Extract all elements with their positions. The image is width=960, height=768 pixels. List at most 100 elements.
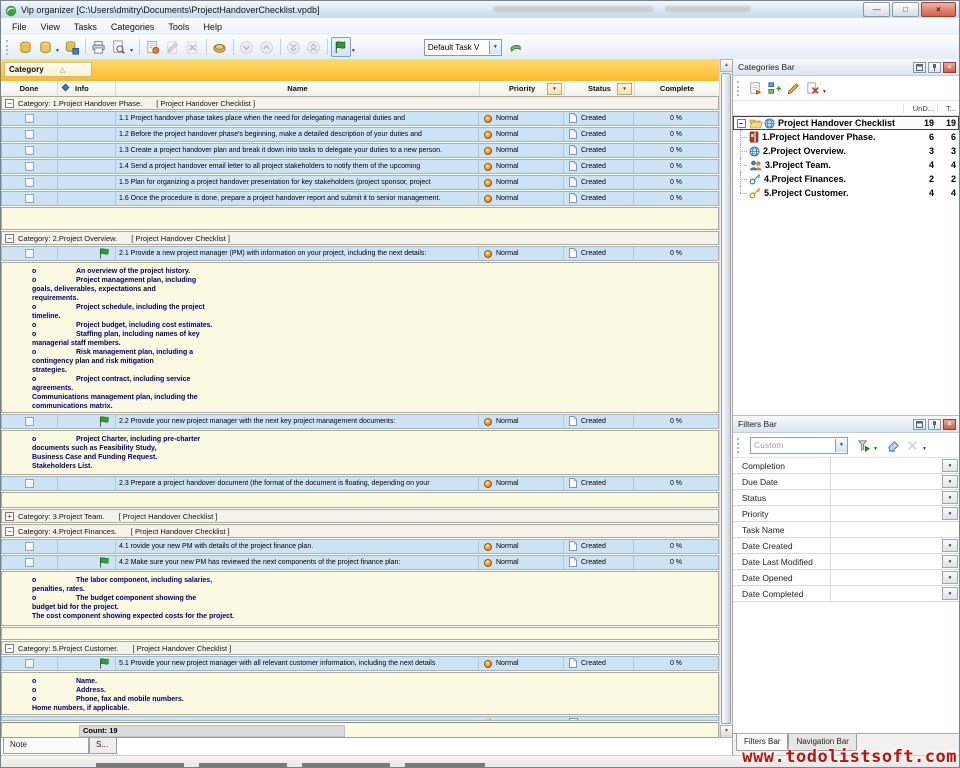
category-tree-item[interactable]: −Project Handover Checklist1919 (733, 116, 959, 130)
category-tree-item[interactable]: 4.Project Finances.22 (733, 172, 959, 186)
column-header-undone[interactable]: UnD... (903, 104, 937, 113)
edit-task-icon[interactable] (163, 37, 183, 57)
menu-tasks[interactable]: Tasks (67, 20, 104, 34)
menu-view[interactable]: View (34, 20, 67, 34)
view-tab-note[interactable]: Note (3, 738, 89, 754)
expander-icon[interactable]: − (5, 99, 14, 108)
category-group-row[interactable]: −Category: 4.Project Finances.[ Project … (1, 524, 719, 538)
done-checkbox[interactable] (25, 130, 34, 139)
panel-close-icon[interactable]: × (943, 419, 956, 430)
category-tree-item[interactable]: 5.Project Customer.44 (733, 186, 959, 200)
task-row[interactable]: 1.1 Project handover phase takes place w… (1, 111, 719, 126)
vertical-scrollbar[interactable]: ▲ ▼ (719, 59, 732, 738)
view-tab-s[interactable]: S... (89, 738, 117, 754)
done-checkbox[interactable] (25, 194, 34, 203)
category-tree-item[interactable]: 3.Project Team.44 (733, 158, 959, 172)
close-button[interactable]: × (921, 2, 956, 17)
expander-icon[interactable]: − (5, 527, 14, 536)
category-tree-item[interactable]: 2.Project Overview.33 (733, 144, 959, 158)
task-row[interactable]: 2.3 Prepare a project handover document … (1, 476, 719, 491)
filter-dropdown-arrow[interactable]: ▼ (942, 539, 958, 552)
expander-icon[interactable]: − (737, 119, 746, 128)
done-checkbox[interactable] (25, 146, 34, 155)
done-checkbox[interactable] (25, 659, 34, 668)
column-header-status[interactable]: Status▼ (565, 81, 635, 96)
task-view-combo-arrow[interactable]: ▼ (489, 41, 501, 54)
done-checkbox[interactable] (25, 542, 34, 551)
delete-task-icon[interactable] (183, 37, 203, 57)
apply-filter-dropdown[interactable]: ▼ (873, 446, 878, 452)
new-task-icon[interactable] (143, 37, 163, 57)
done-checkbox[interactable] (25, 178, 34, 187)
new-checklist-icon[interactable] (746, 79, 765, 97)
done-checkbox[interactable] (25, 479, 34, 488)
clear-filter-icon[interactable] (884, 436, 903, 454)
task-row[interactable]: 5.1 Provide your new project manager wit… (1, 656, 719, 671)
menu-categories[interactable]: Categories (104, 20, 162, 34)
task-row[interactable]: 1.5 Plan for organizing a project handov… (1, 175, 719, 190)
task-row[interactable]: 1.2 Before the project handover phase's … (1, 127, 719, 142)
task-view-dropdown[interactable]: ▼ (351, 48, 356, 54)
task-row[interactable]: 1.4 Send a project handover email letter… (1, 159, 719, 174)
new-database-icon[interactable] (15, 37, 35, 57)
delete-filter-icon[interactable] (903, 436, 922, 454)
expander-icon[interactable]: − (5, 644, 14, 653)
category-group-row[interactable]: −Category: 2.Project Overview.[ Project … (1, 231, 719, 245)
filter-dropdown-arrow[interactable]: ▼ (942, 571, 958, 584)
task-row[interactable]: 2.1 Provide a new project manager (PM) w… (1, 246, 719, 261)
move-up-icon[interactable] (257, 37, 277, 57)
column-header-total[interactable]: T... (937, 104, 959, 113)
task-row[interactable]: 1.3 Create a project handover plan and b… (1, 143, 719, 158)
filter-dropdown-arrow[interactable]: ▼ (942, 491, 958, 504)
category-group-row[interactable]: −Category: 1.Project Handover Phase.[ Pr… (1, 96, 719, 110)
tree-expander[interactable]: − (733, 119, 749, 128)
column-header-complete[interactable]: Complete (635, 81, 719, 96)
task-row[interactable]: 1.6 Once the procedure is done, prepare … (1, 191, 719, 206)
save-database-icon[interactable] (62, 37, 82, 57)
filter-dropdown-arrow[interactable]: ▼ (942, 555, 958, 568)
filter-dropdown-arrow[interactable]: ▼ (942, 587, 958, 600)
category-group-row[interactable]: +Category: 3.Project Team.[ Project Hand… (1, 509, 719, 523)
categories-toolbar-dropdown[interactable]: ▼ (822, 89, 827, 95)
column-header-done[interactable]: Done (1, 81, 58, 96)
priority-filter-dropdown[interactable]: ▼ (547, 83, 562, 95)
print-preview-dropdown[interactable]: ▼ (129, 48, 134, 54)
print-icon[interactable] (89, 37, 109, 57)
column-header-priority[interactable]: Priority▼ (480, 81, 565, 96)
status-filter-dropdown[interactable]: ▼ (617, 83, 632, 95)
panel-pin-icon[interactable] (928, 419, 941, 430)
column-header-name[interactable]: Name (116, 81, 480, 96)
filter-preset-combo-arrow[interactable]: ▼ (835, 439, 847, 452)
filter-preset-combobox[interactable]: Custom ▼ (750, 437, 848, 454)
menu-help[interactable]: Help (196, 20, 229, 34)
maximize-button[interactable]: □ (892, 2, 919, 17)
apply-view-icon[interactable] (506, 37, 526, 57)
edit-category-icon[interactable] (784, 79, 803, 97)
done-checkbox[interactable] (25, 162, 34, 171)
move-to-bottom-icon[interactable] (284, 37, 304, 57)
category-tree-item[interactable]: 1.Project Handover Phase.66 (733, 130, 959, 144)
task-row[interactable]: 2.2 Provide your new project manager wit… (1, 414, 719, 429)
task-view-combobox[interactable]: Default Task V ▼ (424, 39, 502, 56)
new-category-icon[interactable] (765, 79, 784, 97)
task-row[interactable]: 4.2 Make sure your new PM has reviewed t… (1, 555, 719, 570)
expander-icon[interactable]: + (5, 512, 14, 521)
expander-icon[interactable]: − (5, 234, 14, 243)
filter-dropdown-arrow[interactable]: ▼ (942, 459, 958, 472)
panel-close-icon[interactable]: × (943, 62, 956, 73)
done-checkbox[interactable] (25, 558, 34, 567)
minimize-button[interactable]: — (863, 2, 890, 17)
filter-dropdown-arrow[interactable]: ▼ (942, 507, 958, 520)
delete-category-icon[interactable] (803, 79, 822, 97)
done-checkbox[interactable] (25, 114, 34, 123)
task-row[interactable]: 4.1 rovide your new PM with details of t… (1, 539, 719, 554)
panel-pin-icon[interactable] (928, 62, 941, 73)
scrollbar-thumb[interactable] (721, 73, 731, 724)
panel-float-icon[interactable] (913, 62, 926, 73)
apply-filter-icon[interactable] (854, 436, 873, 454)
done-checkbox[interactable] (25, 417, 34, 426)
complete-task-icon[interactable] (210, 37, 230, 57)
group-by-category-button[interactable]: Category △ (4, 62, 92, 77)
panel-float-icon[interactable] (913, 419, 926, 430)
filter-dropdown-arrow[interactable]: ▼ (942, 475, 958, 488)
